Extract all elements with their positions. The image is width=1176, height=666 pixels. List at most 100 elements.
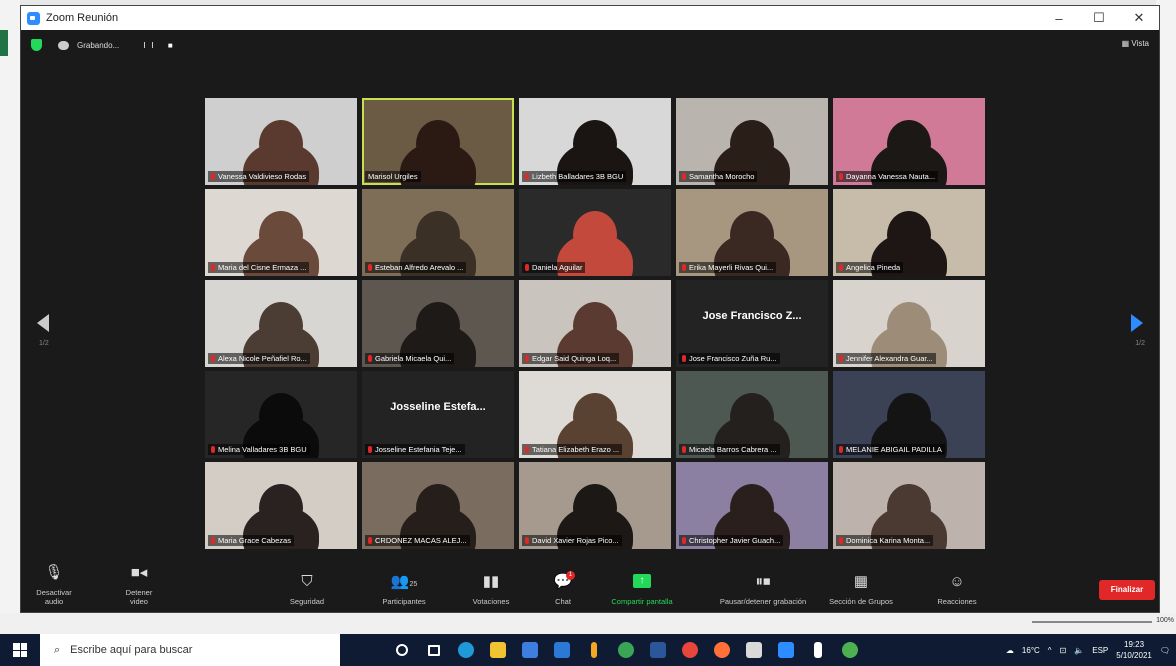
participant-display-name: Jose Francisco Z...	[702, 310, 802, 322]
language-indicator[interactable]: ESP	[1092, 646, 1108, 655]
chrome-icon[interactable]	[674, 634, 706, 666]
maximize-button[interactable]: ☐	[1079, 10, 1119, 26]
page-indicator-right: 1/2	[1135, 340, 1145, 347]
chat-button[interactable]: 💬 1 Chat	[545, 571, 581, 606]
next-page-arrow-icon[interactable]	[1131, 314, 1143, 332]
window-title: Zoom Reunión	[46, 12, 119, 24]
minimize-button[interactable]: –	[1039, 11, 1079, 26]
start-button[interactable]	[0, 634, 40, 666]
participant-tile[interactable]: Daniela Aguilar	[519, 189, 671, 276]
chevron-up-icon[interactable]: ^	[1048, 646, 1052, 655]
word-icon[interactable]	[642, 634, 674, 666]
shield-icon: ⛉	[301, 573, 313, 590]
view-button[interactable]: ▦ Vista	[1122, 39, 1149, 48]
participant-head	[887, 484, 931, 532]
muted-mic-icon	[525, 446, 529, 453]
firefox-icon[interactable]	[706, 634, 738, 666]
participant-tile[interactable]: Erika Mayerli Rivas Qui...	[676, 189, 828, 276]
app-icon[interactable]	[738, 634, 770, 666]
participant-name: Jennifer Alexandra Guar...	[846, 354, 933, 363]
reactions-label: Reacciones	[937, 597, 977, 606]
pinned-apps	[386, 634, 866, 666]
participant-name-tag: Micaela Barros Cabrera ...	[679, 444, 780, 455]
participant-tile[interactable]: Maria Grace Cabezas	[205, 462, 357, 549]
share-screen-button[interactable]: ↑ Compartir pantalla	[599, 574, 685, 606]
paint-icon[interactable]	[610, 634, 642, 666]
participant-name: Edgar Said Quinga Loq...	[532, 354, 617, 363]
polls-button[interactable]: ▮▮ Votaciones	[465, 573, 517, 606]
background-spreadsheet-strip	[0, 0, 20, 666]
file-explorer-icon[interactable]	[482, 634, 514, 666]
participant-tile[interactable]: Melina Valladares 3B BGU	[205, 371, 357, 458]
participant-name: Melina Valladares 3B BGU	[218, 445, 307, 454]
participant-tile[interactable]: Edgar Said Quinga Loq...	[519, 280, 671, 367]
participant-tile[interactable]: Alexa Nicole Peñafiel Ro...	[205, 280, 357, 367]
participant-tile[interactable]: MELANIE ABIGAIL PADILLA	[833, 371, 985, 458]
search-placeholder: Escribe aquí para buscar	[70, 644, 193, 656]
participant-tile[interactable]: Marisol Urgiles	[362, 98, 514, 185]
clock[interactable]: 19:23 5/10/2021	[1116, 639, 1152, 661]
security-shield-icon[interactable]	[31, 39, 42, 51]
network-icon[interactable]: ⊡	[1060, 646, 1067, 655]
task-view-icon[interactable]	[418, 634, 450, 666]
weather-cloud-icon[interactable]: ☁	[1006, 646, 1014, 655]
participant-name-tag: Maria del Cisne Ermaza ...	[208, 262, 310, 273]
participant-tile[interactable]: Josseline Estefa... Josseline Estefania T…	[362, 371, 514, 458]
close-button[interactable]: ✕	[1119, 10, 1159, 26]
muted-mic-icon	[211, 173, 215, 180]
taskbar-search-box[interactable]: ⌕ Escribe aquí para buscar	[40, 634, 340, 666]
pause-recording-button[interactable]: ⏸⏹ Pausar/detener grabación	[701, 573, 825, 606]
stop-video-button[interactable]: ■◂ Detener video	[119, 564, 159, 606]
participants-button[interactable]: 👥25 Participantes	[371, 573, 437, 606]
zoom-slider[interactable]	[1032, 621, 1152, 623]
participant-head	[573, 302, 617, 350]
participant-name-tag: Esteban Alfredo Arevalo ...	[365, 262, 467, 273]
breakout-label: Sección de Grupos	[829, 597, 893, 606]
search-icon: ⌕	[54, 643, 61, 656]
participant-tile[interactable]: Micaela Barros Cabrera ...	[676, 371, 828, 458]
participant-tile[interactable]: David Xavier Rojas Pico...	[519, 462, 671, 549]
participant-tile[interactable]: Esteban Alfredo Arevalo ...	[362, 189, 514, 276]
participant-name-tag: Tatiana Elizabeth Erazo ...	[522, 444, 623, 455]
participant-tile[interactable]: CRDONEZ MACAS ALEJ...	[362, 462, 514, 549]
participant-tile[interactable]: Tatiana Elizabeth Erazo ...	[519, 371, 671, 458]
previous-page-arrow-icon[interactable]	[37, 314, 49, 332]
participant-head	[730, 484, 774, 532]
participant-head	[730, 120, 774, 168]
security-button[interactable]: ⛉ Seguridad	[287, 573, 327, 606]
participant-head	[887, 211, 931, 259]
edge-icon[interactable]	[450, 634, 482, 666]
participant-tile[interactable]: Lizbeth Balladares 3B BGU	[519, 98, 671, 185]
store-icon[interactable]	[546, 634, 578, 666]
participant-tile[interactable]: Dominica Karina Monta...	[833, 462, 985, 549]
participant-tile[interactable]: Gabriela Micaela Qui...	[362, 280, 514, 367]
participant-head	[259, 484, 303, 532]
participant-name-tag: Edgar Said Quinga Loq...	[522, 353, 620, 364]
participant-tile[interactable]: Jose Francisco Z... Jose Francisco Zuña R…	[676, 280, 828, 367]
participant-tile[interactable]: Vanessa Valdivieso Rodas	[205, 98, 357, 185]
mute-button[interactable]: 🎙 Desactivar audio	[29, 564, 79, 606]
recording-controls[interactable]: II ■	[143, 41, 179, 50]
volume-icon[interactable]: 🔈	[1074, 646, 1084, 655]
recording-cloud-icon	[58, 40, 69, 50]
reactions-button[interactable]: ☺ Reacciones	[929, 573, 985, 606]
winamp-icon[interactable]	[578, 634, 610, 666]
participant-tile[interactable]: Christopher Javier Guach...	[676, 462, 828, 549]
participant-tile[interactable]: Angelica Pineda	[833, 189, 985, 276]
participant-name-tag: Dominica Karina Monta...	[836, 535, 934, 546]
notifications-icon[interactable]: 🗨	[1160, 646, 1170, 655]
participant-tile[interactable]: Maria del Cisne Ermaza ...	[205, 189, 357, 276]
dropbox-icon[interactable]	[514, 634, 546, 666]
participant-tile[interactable]: Jennifer Alexandra Guar...	[833, 280, 985, 367]
notes-icon[interactable]	[802, 634, 834, 666]
chrome-2-icon[interactable]	[834, 634, 866, 666]
participant-head	[259, 211, 303, 259]
participant-tile[interactable]: Samantha Morocho	[676, 98, 828, 185]
zoom-taskbar-icon[interactable]	[770, 634, 802, 666]
participant-tile[interactable]: Dayanna Vanessa Nauta...	[833, 98, 985, 185]
participant-name-tag: Samantha Morocho	[679, 171, 758, 182]
breakout-rooms-button[interactable]: ▦ Sección de Grupos	[829, 573, 893, 606]
cortana-icon[interactable]	[386, 634, 418, 666]
clock-time: 19:23	[1124, 640, 1145, 649]
end-meeting-button[interactable]: Finalizar	[1099, 580, 1155, 600]
